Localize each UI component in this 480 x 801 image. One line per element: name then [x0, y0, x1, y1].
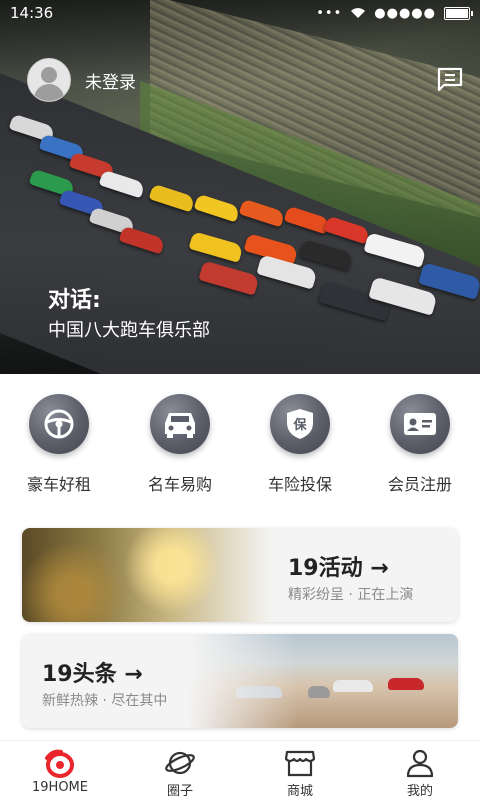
avatar[interactable]: [27, 58, 71, 102]
member-card-icon[interactable]: [390, 394, 450, 454]
svg-text:保: 保: [292, 417, 307, 433]
quick-action-insurance[interactable]: 保 车险投保: [245, 394, 355, 495]
quick-action-label: 车险投保: [267, 475, 332, 494]
hero-title-line2: 中国八大跑车俱乐部: [48, 320, 210, 341]
activity-title: 19活动 →: [288, 556, 389, 581]
message-icon[interactable]: [436, 66, 464, 92]
hero-title: 对话: 中国八大跑车俱乐部: [48, 286, 210, 344]
car-icon[interactable]: [150, 394, 210, 454]
status-time: 14:36: [10, 4, 54, 22]
planet-icon: [132, 747, 228, 779]
quick-action-member[interactable]: 会员注册: [365, 394, 475, 495]
more-dots-icon: •••: [316, 5, 343, 21]
tab-circle[interactable]: 圈子: [132, 747, 228, 799]
tab-profile[interactable]: 我的: [372, 747, 468, 799]
steering-wheel-icon[interactable]: [29, 394, 89, 454]
headlines-card[interactable]: 19头条 → 新鲜热辣 · 尽在其中: [22, 634, 458, 728]
tab-label: 圈子: [166, 784, 193, 799]
login-entry[interactable]: 未登录: [27, 58, 136, 102]
activity-card[interactable]: 19活动 → 精彩纷呈 · 正在上演: [22, 528, 458, 622]
bottom-tab-bar: 19HOME 圈子 商城 我的: [0, 740, 480, 801]
hero-banner[interactable]: 14:36 ••• ●●●●● 未登录 对话: 中国八大跑车俱乐部: [0, 0, 480, 374]
status-bar: 14:36 ••• ●●●●●: [0, 0, 480, 26]
tab-home[interactable]: 19HOME: [12, 747, 108, 795]
hero-title-line1: 对话:: [48, 288, 101, 313]
insurance-shield-icon[interactable]: 保: [270, 394, 330, 454]
quick-action-label: 豪车好租: [26, 475, 91, 494]
signal-icon: ●●●●●: [374, 5, 436, 21]
battery-icon: [444, 6, 473, 20]
activity-subtitle: 精彩纷呈 · 正在上演: [288, 587, 414, 603]
user-name[interactable]: 未登录: [85, 68, 136, 93]
headlines-title: 19头条 →: [42, 662, 143, 687]
headlines-subtitle: 新鲜热辣 · 尽在其中: [42, 693, 168, 709]
quick-actions: 豪车好租 名车易购 保 车险投保 会员注册: [0, 394, 480, 504]
home-logo-icon: [12, 747, 108, 779]
store-icon: [252, 747, 348, 779]
quick-action-buy[interactable]: 名车易购: [125, 394, 235, 495]
tab-store[interactable]: 商城: [252, 747, 348, 799]
quick-action-label: 会员注册: [387, 475, 452, 494]
wifi-icon: [351, 8, 366, 18]
tab-label: 商城: [286, 784, 313, 799]
profile-icon: [372, 747, 468, 779]
tab-label: 19HOME: [32, 780, 88, 795]
tab-label: 我的: [406, 784, 433, 799]
quick-action-label: 名车易购: [147, 475, 212, 494]
activity-photo: [22, 528, 272, 622]
quick-action-rent[interactable]: 豪车好租: [4, 394, 114, 495]
